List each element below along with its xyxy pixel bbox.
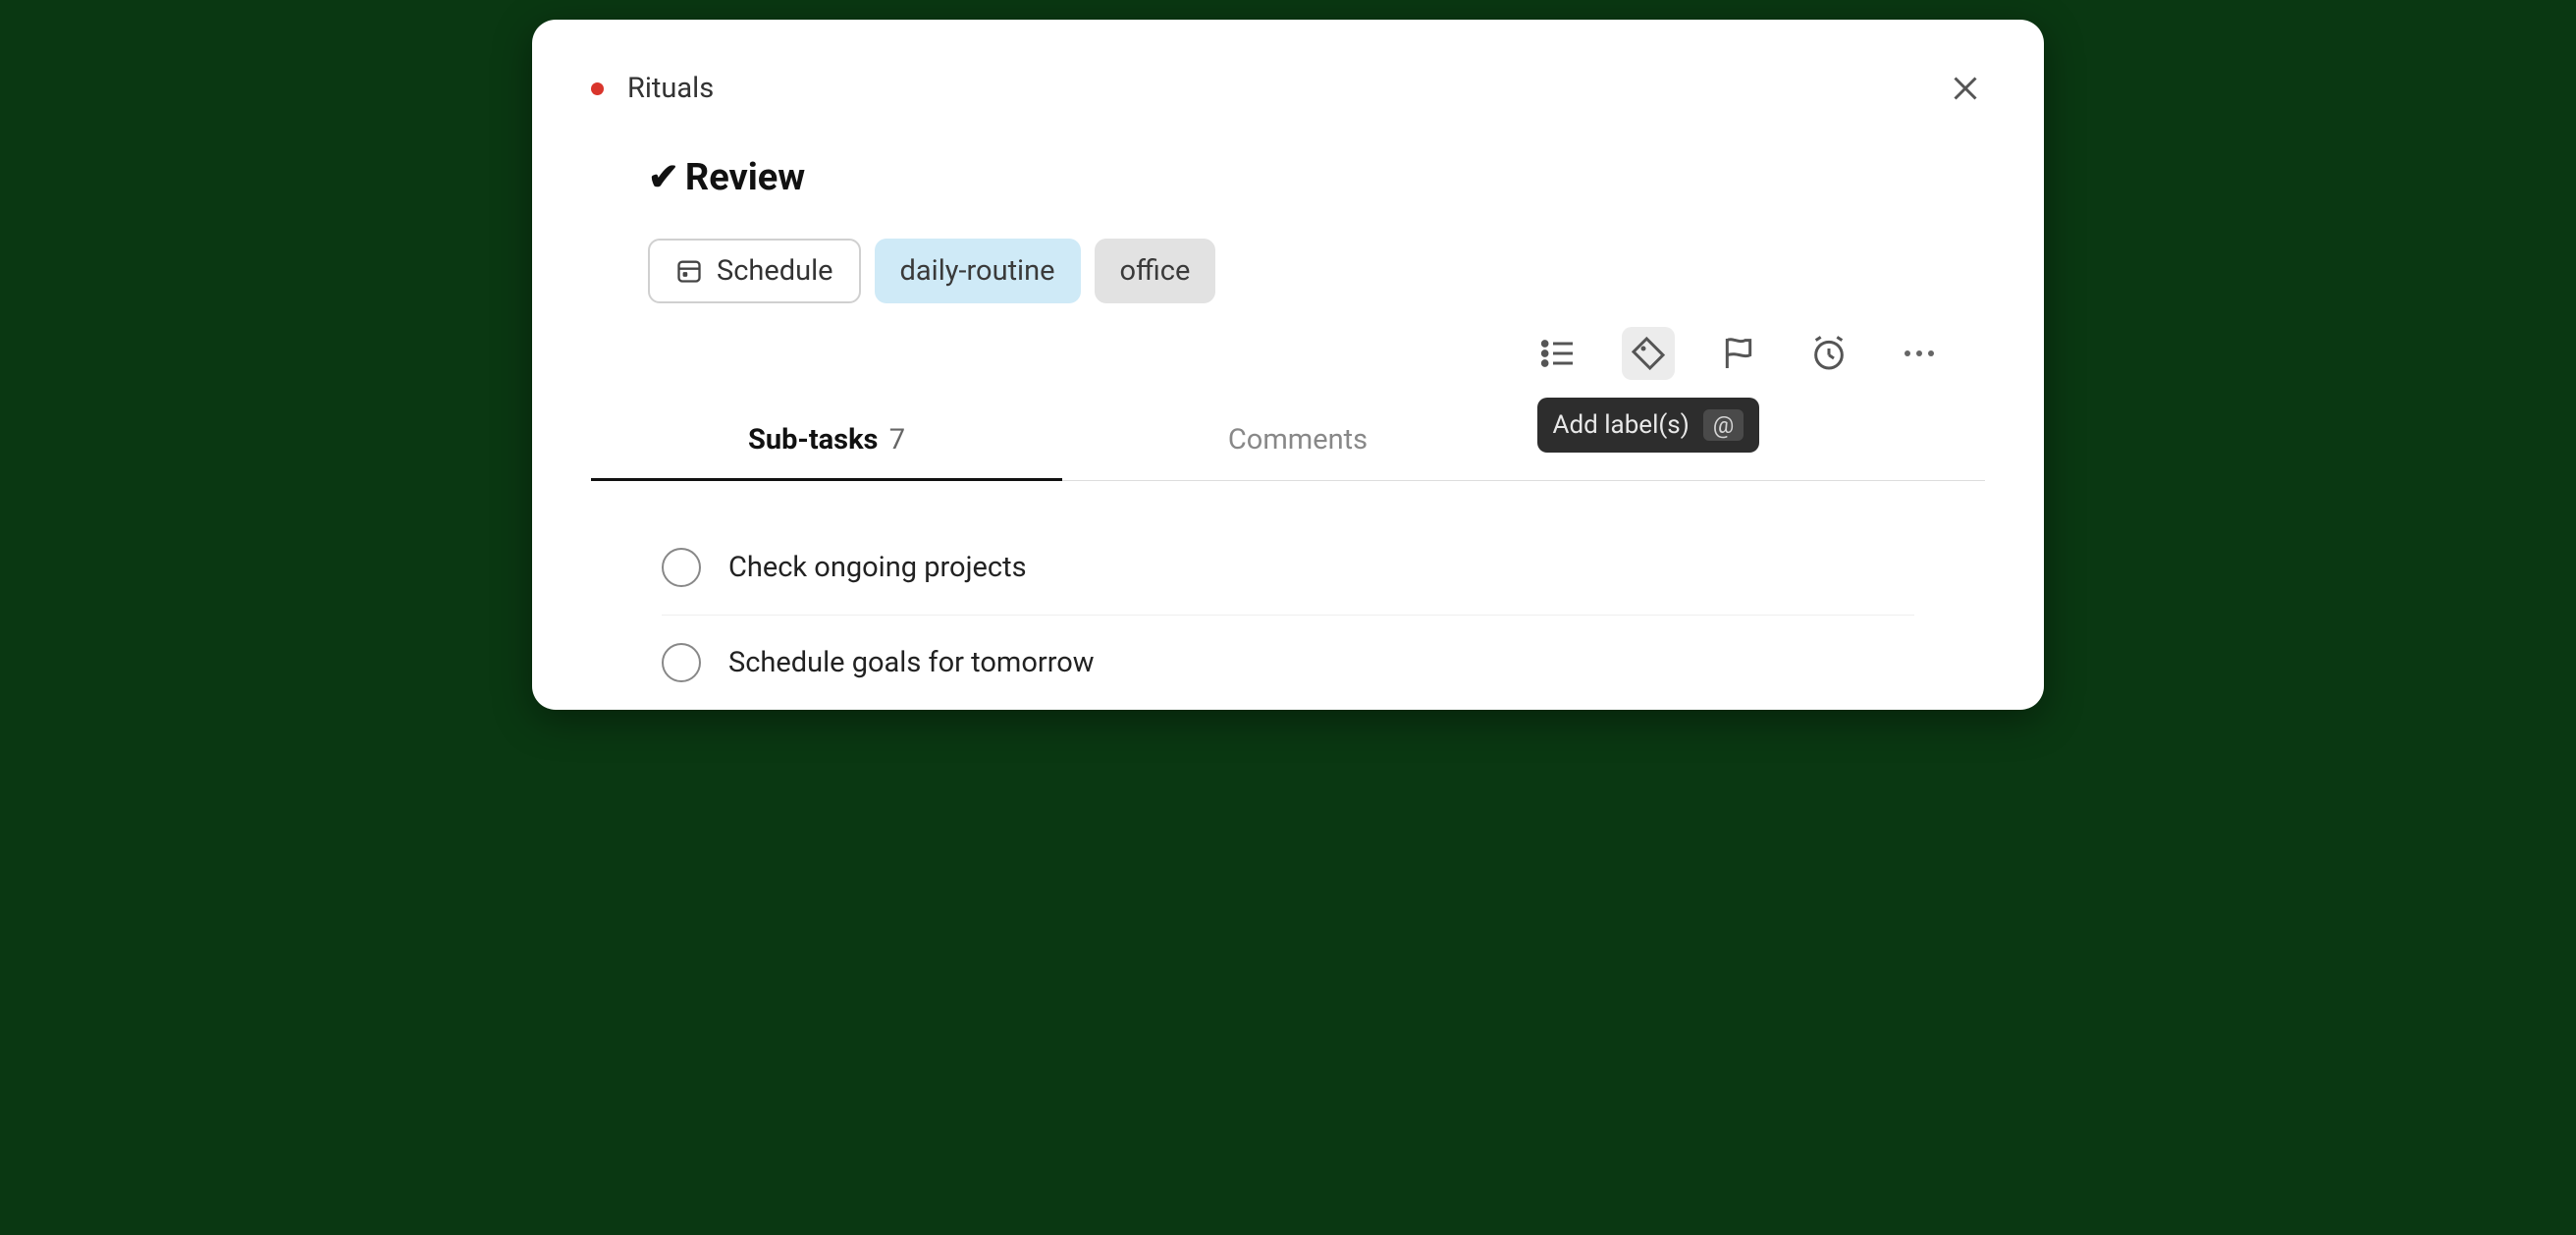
project-name: Rituals xyxy=(627,72,714,105)
subtask-checkbox[interactable] xyxy=(662,548,701,587)
toolbar: Add label(s) @ xyxy=(591,327,1985,380)
tab-subtasks[interactable]: Sub-tasks 7 xyxy=(591,403,1062,480)
header-row: Rituals xyxy=(591,69,1985,108)
close-button[interactable] xyxy=(1946,69,1985,108)
schedule-chip-label: Schedule xyxy=(717,254,833,288)
checkmark-icon: ✔ xyxy=(648,155,679,199)
chips-row: Schedule daily-routine office xyxy=(648,239,1985,303)
subtask-item[interactable]: Check ongoing projects xyxy=(662,520,1914,616)
tab-comments[interactable]: Comments xyxy=(1062,403,1533,480)
list-icon xyxy=(1538,334,1578,373)
project-link[interactable]: Rituals xyxy=(591,72,714,105)
task-title-row: ✔ Review xyxy=(648,155,1985,199)
label-chip-text: daily-routine xyxy=(900,254,1055,288)
task-title[interactable]: Review xyxy=(685,156,805,199)
label-button[interactable] xyxy=(1622,327,1675,380)
subtask-text: Check ongoing projects xyxy=(728,551,1027,584)
more-icon xyxy=(1905,350,1934,356)
subtask-text: Schedule goals for tomorrow xyxy=(728,646,1095,679)
calendar-icon xyxy=(675,257,703,285)
subtask-item[interactable]: Schedule goals for tomorrow xyxy=(662,616,1914,710)
subtask-checkbox[interactable] xyxy=(662,643,701,682)
tab-label: Sub-tasks xyxy=(748,423,878,456)
close-icon xyxy=(1948,71,1983,106)
reminder-button[interactable] xyxy=(1802,327,1855,380)
label-chip-office[interactable]: office xyxy=(1095,239,1216,303)
tab-count: 7 xyxy=(889,423,905,456)
label-chip-text: office xyxy=(1120,254,1191,288)
task-detail-card: Rituals ✔ Review Schedule daily-routine … xyxy=(532,20,2044,710)
flag-icon xyxy=(1719,334,1758,373)
project-color-dot xyxy=(591,82,604,95)
label-chip-daily-routine[interactable]: daily-routine xyxy=(875,239,1081,303)
list-button[interactable] xyxy=(1531,327,1584,380)
alarm-clock-icon xyxy=(1809,334,1849,373)
schedule-chip[interactable]: Schedule xyxy=(648,239,861,303)
tooltip-shortcut-key: @ xyxy=(1703,409,1744,441)
tag-icon xyxy=(1629,334,1668,373)
subtasks-list: Check ongoing projects Schedule goals fo… xyxy=(591,520,1985,710)
tabs: Sub-tasks 7 Comments xyxy=(591,403,1985,481)
more-button[interactable] xyxy=(1893,327,1946,380)
tooltip-text: Add label(s) xyxy=(1553,410,1690,440)
tooltip: Add label(s) @ xyxy=(1537,398,1760,453)
tab-label: Comments xyxy=(1228,423,1368,456)
flag-button[interactable] xyxy=(1712,327,1765,380)
